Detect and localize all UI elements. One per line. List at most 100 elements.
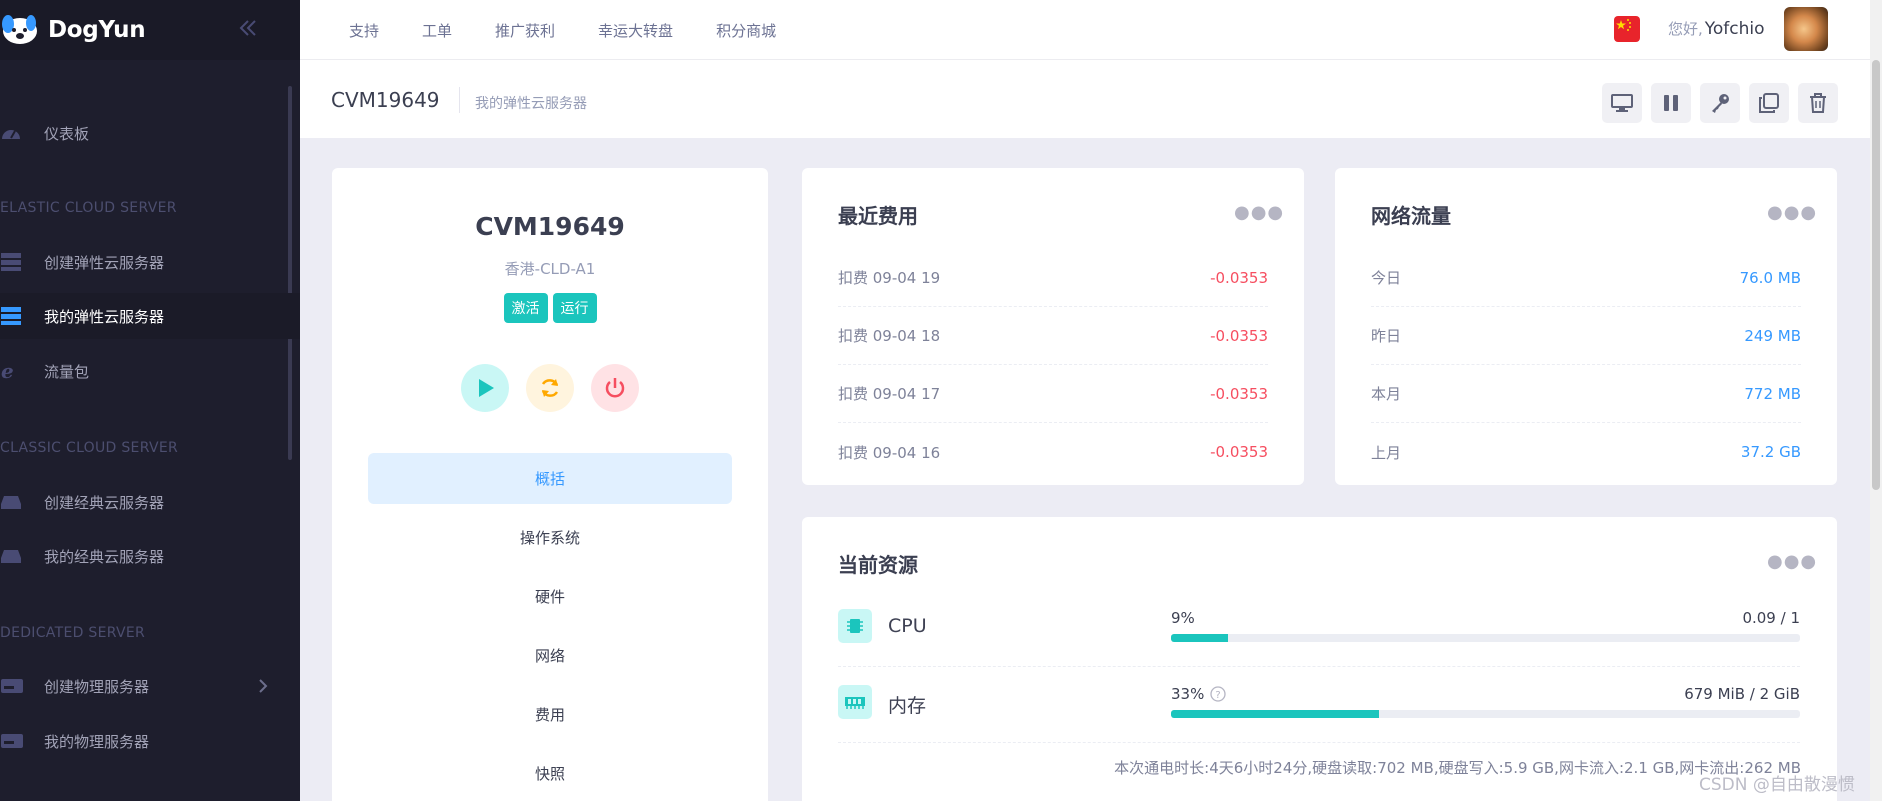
traffic-label: 昨日: [1371, 327, 1402, 345]
internet-explorer-icon: e: [0, 360, 24, 382]
fee-label: 扣费 09-04 19: [838, 269, 941, 287]
sidebar-item-traffic-pack[interactable]: e 流量包: [0, 348, 300, 394]
page-scrollbar[interactable]: [1870, 0, 1882, 801]
nav-link-tickets[interactable]: 工单: [422, 20, 452, 41]
sidebar-item-create-dedicated[interactable]: 创建物理服务器: [0, 663, 300, 709]
power-controls: [332, 364, 768, 412]
hard-drive-icon: [0, 545, 24, 567]
traffic-row: 昨日 249 MB: [1371, 307, 1801, 365]
tab-os[interactable]: 操作系统: [368, 512, 732, 563]
tab-billing[interactable]: 费用: [368, 689, 732, 740]
resource-value: 0.09 / 1: [1742, 609, 1800, 627]
refresh-icon: [541, 379, 559, 397]
sidebar: DogYun 仪表板 ELASTIC CLOUD SERVER 创建弹性云服务器…: [0, 0, 300, 801]
server-stack-icon: [0, 251, 24, 273]
fee-label: 扣费 09-04 17: [838, 385, 941, 403]
sidebar-item-label: 我的经典云服务器: [44, 547, 165, 566]
restart-button[interactable]: [526, 364, 574, 412]
sidebar-item-create-classic[interactable]: 创建经典云服务器: [0, 479, 300, 525]
recent-fees-card: 最近费用 ●●● 扣费 09-04 19 -0.0353 扣费 09-04 18 -…: [802, 168, 1304, 485]
status-badge-running: 运行: [552, 293, 597, 323]
trash-icon: [1810, 93, 1826, 113]
traffic-row: 本月 772 MB: [1371, 365, 1801, 423]
fee-amount: -0.0353: [1210, 268, 1268, 287]
start-button[interactable]: [461, 364, 509, 412]
vm-card: CVM19649 香港-CLD-A1 激活 运行 概括 操作系统 硬件 网络 费…: [332, 168, 768, 801]
traffic-row: 上月 37.2 GB: [1371, 423, 1801, 481]
sidebar-item-my-dedicated[interactable]: 我的物理服务器: [0, 718, 300, 764]
sidebar-item-label: 仪表板: [44, 124, 90, 143]
nav-link-support[interactable]: 支持: [349, 20, 379, 41]
shutdown-button[interactable]: [591, 364, 639, 412]
subheader: CVM19649 我的弹性云服务器: [300, 60, 1872, 138]
collapse-sidebar-icon[interactable]: [236, 16, 260, 40]
tab-snapshots[interactable]: 快照: [368, 748, 732, 799]
tab-overview[interactable]: 概括: [368, 453, 732, 504]
sidebar-item-create-ecs[interactable]: 创建弹性云服务器: [0, 239, 300, 285]
scrollbar-thumb[interactable]: [1872, 60, 1880, 490]
resource-percent: 33%: [1171, 685, 1205, 703]
memory-resource-row: 内存 33% ? 679 MiB / 2 GiB: [838, 667, 1800, 743]
server-stack-icon: [0, 305, 24, 327]
status-badge-active: 激活: [503, 293, 548, 323]
more-options-icon[interactable]: ●●●: [1234, 202, 1284, 223]
server-box-icon: [0, 675, 24, 697]
tab-hardware[interactable]: 硬件: [368, 571, 732, 622]
china-flag-icon[interactable]: [1614, 16, 1640, 42]
nav-link-points-mall[interactable]: 积分商城: [716, 20, 776, 41]
vm-region: 香港-CLD-A1: [504, 260, 596, 278]
help-icon[interactable]: ?: [1210, 686, 1226, 702]
resource-name: 内存: [888, 695, 927, 717]
sidebar-item-label: 创建弹性云服务器: [44, 253, 165, 272]
server-box-icon: [0, 730, 24, 752]
divider: [459, 87, 460, 113]
sidebar-section-heading: ELASTIC CLOUD SERVER: [0, 200, 177, 216]
resource-percent: 9%: [1171, 609, 1195, 627]
current-resources-card: 当前资源 ●●● CPU 9% 0.09 / 1 内存 33% ? 679 Mi…: [802, 517, 1837, 801]
sidebar-item-my-classic[interactable]: 我的经典云服务器: [0, 533, 300, 579]
resource-name: CPU: [888, 615, 927, 637]
hard-drive-icon: [0, 491, 24, 513]
sidebar-section-heading: CLASSIC CLOUD SERVER: [0, 440, 179, 456]
status-badges: 激活 运行: [332, 293, 768, 323]
user-greeting[interactable]: 您好, Yofchio: [1668, 18, 1765, 39]
top-navbar: 支持 工单 推广获利 幸运大转盘 积分商城 您好, Yofchio: [300, 0, 1872, 60]
clone-button[interactable]: [1749, 83, 1789, 123]
memory-progress-bar: [1171, 710, 1800, 718]
pause-button[interactable]: [1651, 83, 1691, 123]
progress-fill: [1171, 634, 1228, 642]
traffic-label: 今日: [1371, 269, 1402, 287]
traffic-value: 249 MB: [1744, 326, 1801, 345]
traffic-value: 772 MB: [1744, 384, 1801, 403]
tab-network[interactable]: 网络: [368, 630, 732, 681]
top-nav: 支持 工单 推广获利 幸运大转盘 积分商城: [349, 0, 819, 60]
key-icon: [1712, 94, 1729, 113]
nav-link-lucky-wheel[interactable]: 幸运大转盘: [598, 20, 673, 41]
monitor-icon: [1611, 94, 1633, 112]
reset-password-button[interactable]: [1700, 83, 1740, 123]
sidebar-item-label: 创建经典云服务器: [44, 493, 165, 512]
cpu-resource-row: CPU 9% 0.09 / 1: [838, 591, 1800, 667]
copy-icon: [1759, 93, 1779, 113]
fee-label: 扣费 09-04 16: [838, 443, 941, 462]
sidebar-item-dashboard[interactable]: 仪表板: [0, 110, 300, 156]
console-button[interactable]: [1602, 83, 1642, 123]
fee-amount: -0.0353: [1210, 443, 1268, 461]
more-options-icon[interactable]: ●●●: [1767, 551, 1817, 572]
pause-icon: [1664, 95, 1678, 111]
nav-link-affiliate[interactable]: 推广获利: [495, 20, 555, 41]
sidebar-section-heading: DEDICATED SERVER: [0, 625, 146, 641]
delete-button[interactable]: [1798, 83, 1838, 123]
progress-fill: [1171, 710, 1379, 718]
fee-amount: -0.0353: [1210, 326, 1268, 345]
traffic-row: 今日 76.0 MB: [1371, 249, 1801, 307]
resource-percent-wrap: 33% ?: [1171, 685, 1226, 703]
fee-amount: -0.0353: [1210, 384, 1268, 403]
sidebar-item-label: 创建物理服务器: [44, 677, 150, 696]
gauge-icon: [0, 122, 24, 144]
dog-logo-icon: [0, 14, 44, 46]
avatar[interactable]: [1784, 7, 1828, 51]
more-options-icon[interactable]: ●●●: [1767, 202, 1817, 223]
fee-row: 扣费 09-04 17 -0.0353: [838, 365, 1268, 423]
sidebar-item-my-ecs[interactable]: 我的弹性云服务器: [0, 293, 300, 339]
